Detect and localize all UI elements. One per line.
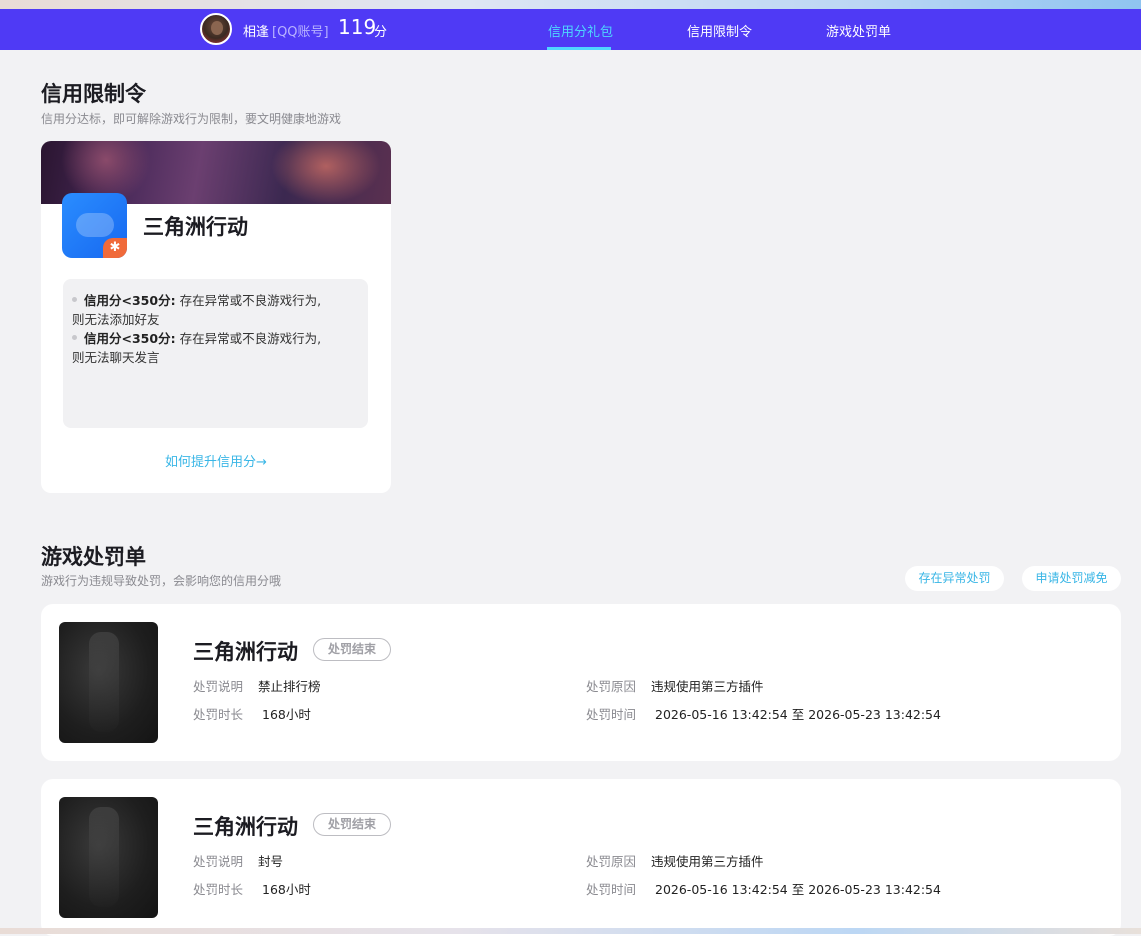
restriction-rules: 信用分<350分: 存在异常或不良游戏行为, 则无法添加好友 信用分<350分:… bbox=[63, 279, 368, 428]
penalty-status-badge: 处罚结束 bbox=[313, 813, 391, 836]
restriction-game-name: 三角洲行动 bbox=[143, 215, 248, 239]
top-navbar: 相逢 [QQ账号] 119 分 信用分礼包 信用限制令 游戏处罚单 bbox=[0, 9, 1141, 50]
rule-text-continued: 则无法聊天发言 bbox=[72, 350, 160, 365]
bullet-icon bbox=[72, 335, 77, 340]
gamepad-icon bbox=[76, 213, 114, 237]
penalties-title: 游戏处罚单 bbox=[41, 545, 146, 569]
rule-text: 存在异常或不良游戏行为, bbox=[179, 331, 322, 346]
account-type-label: [QQ账号] bbox=[272, 25, 329, 40]
penalty-card: 三角洲行动 处罚结束 处罚说明 封号 处罚时长 168小时 处罚原因 违规使用第… bbox=[41, 779, 1121, 936]
game-app-icon: ✱ bbox=[62, 193, 127, 258]
restriction-card: ✱ 三角洲行动 信用分<350分: 存在异常或不良游戏行为, 则无法添加好友 信… bbox=[41, 141, 391, 493]
penalty-status-badge: 处罚结束 bbox=[313, 638, 391, 661]
penalty-reason-label: 处罚原因 bbox=[586, 679, 637, 694]
appeal-penalty-button[interactable]: 申请处罚减免 bbox=[1022, 566, 1121, 591]
user-avatar[interactable] bbox=[200, 13, 232, 45]
tab-game-penalty[interactable]: 游戏处罚单 bbox=[826, 21, 891, 40]
penalty-duration-value: 168小时 bbox=[262, 882, 311, 897]
bullet-icon bbox=[72, 297, 77, 302]
penalty-game-name: 三角洲行动 bbox=[193, 815, 298, 839]
penalties-subtitle: 游戏行为违规导致处罚，会影响您的信用分哦 bbox=[41, 574, 282, 588]
bottom-gradient-strip bbox=[0, 928, 1141, 934]
penalty-desc-label: 处罚说明 bbox=[193, 854, 244, 869]
rule-text-continued: 则无法添加好友 bbox=[72, 312, 160, 327]
penalty-desc-value: 禁止排行榜 bbox=[258, 679, 321, 694]
penalty-desc-label: 处罚说明 bbox=[193, 679, 244, 694]
rule-condition: 信用分<350分: bbox=[84, 331, 176, 346]
username: 相逢 bbox=[243, 25, 270, 40]
restrictions-title: 信用限制令 bbox=[41, 82, 146, 106]
penalty-reason-label: 处罚原因 bbox=[586, 854, 637, 869]
improve-score-link[interactable]: 如何提升信用分→ bbox=[41, 451, 391, 470]
penalty-time-label: 处罚时间 bbox=[586, 707, 637, 722]
abnormal-penalty-button[interactable]: 存在异常处罚 bbox=[905, 566, 1004, 591]
active-tab-indicator bbox=[547, 47, 611, 50]
penalty-card: 三角洲行动 处罚结束 处罚说明 禁止排行榜 处罚时长 168小时 处罚原因 违规… bbox=[41, 604, 1121, 761]
star-badge-icon: ✱ bbox=[103, 238, 127, 258]
rule-item: 信用分<350分: 存在异常或不良游戏行为, 则无法添加好友 bbox=[72, 291, 358, 329]
penalty-game-thumbnail bbox=[59, 797, 158, 918]
penalty-time-value: 2026-05-16 13:42:54 至 2026-05-23 13:42:5… bbox=[655, 707, 941, 722]
penalty-duration-value: 168小时 bbox=[262, 707, 311, 722]
restrictions-subtitle: 信用分达标，即可解除游戏行为限制，要文明健康地游戏 bbox=[41, 112, 342, 126]
penalty-game-thumbnail bbox=[59, 622, 158, 743]
credit-score-value: 119 bbox=[338, 15, 377, 39]
tab-credit-restriction[interactable]: 信用限制令 bbox=[687, 21, 752, 40]
rule-item: 信用分<350分: 存在异常或不良游戏行为, 则无法聊天发言 bbox=[72, 329, 358, 367]
rule-text: 存在异常或不良游戏行为, bbox=[179, 293, 322, 308]
penalty-duration-label: 处罚时长 bbox=[193, 882, 244, 897]
penalty-time-value: 2026-05-16 13:42:54 至 2026-05-23 13:42:5… bbox=[655, 882, 941, 897]
penalty-reason-value: 违规使用第三方插件 bbox=[651, 679, 764, 694]
penalty-time-label: 处罚时间 bbox=[586, 882, 637, 897]
tab-credit-gift[interactable]: 信用分礼包 bbox=[548, 21, 613, 40]
penalty-reason-value: 违规使用第三方插件 bbox=[651, 854, 764, 869]
top-gradient-strip bbox=[0, 0, 1141, 9]
penalty-desc-value: 封号 bbox=[258, 854, 284, 869]
credit-score-unit: 分 bbox=[374, 25, 388, 40]
penalty-game-name: 三角洲行动 bbox=[193, 640, 298, 664]
rule-condition: 信用分<350分: bbox=[84, 293, 176, 308]
penalty-duration-label: 处罚时长 bbox=[193, 707, 244, 722]
